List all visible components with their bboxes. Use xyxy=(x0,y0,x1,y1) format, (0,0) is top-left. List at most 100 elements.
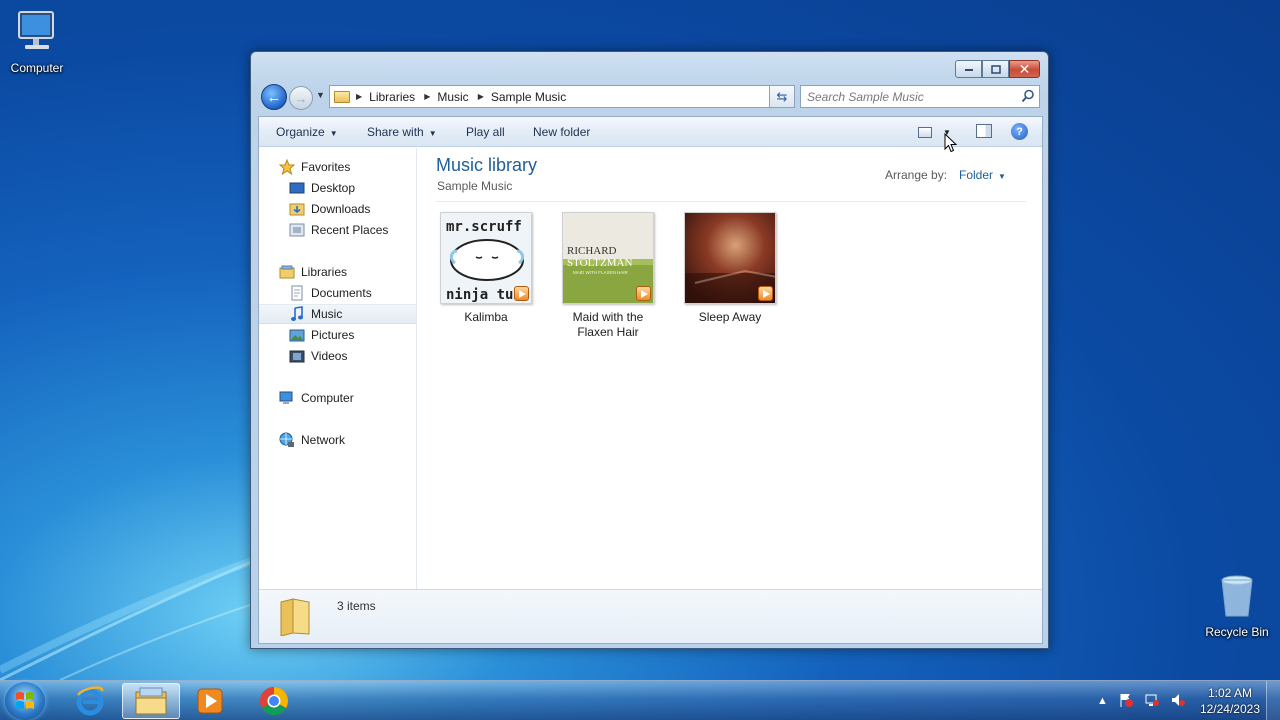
show-desktop-button[interactable] xyxy=(1266,681,1280,720)
search-input[interactable] xyxy=(807,89,1017,104)
play-overlay-icon xyxy=(636,286,651,301)
nav-item-network[interactable]: Network xyxy=(259,430,416,450)
breadcrumb-music[interactable]: Music xyxy=(437,90,468,104)
help-icon[interactable]: ? xyxy=(1011,123,1028,140)
music-note-icon xyxy=(289,306,305,322)
item-count: 3 items xyxy=(337,599,376,613)
internet-explorer-icon xyxy=(76,686,104,716)
nav-item-documents[interactable]: Documents xyxy=(259,283,416,303)
recycle-bin-icon xyxy=(1221,575,1253,617)
folder-icon xyxy=(280,598,310,636)
content-divider xyxy=(436,201,1026,202)
file-item-name: Maid with the Flaxen Hair xyxy=(572,310,644,339)
nav-item-desktop[interactable]: Desktop xyxy=(259,178,416,198)
recent-pages-button[interactable]: ▼ xyxy=(316,90,325,100)
star-icon xyxy=(279,159,295,175)
clock-time: 1:02 AM xyxy=(1207,686,1252,700)
breadcrumb-separator-icon: ▶ xyxy=(356,92,363,101)
breadcrumb-separator-icon: ▶ xyxy=(477,92,484,101)
play-all-label: Play all xyxy=(466,125,505,139)
nav-item-recent-places[interactable]: Recent Places xyxy=(259,220,416,240)
share-with-menu[interactable]: Share with ▼ xyxy=(367,125,437,139)
taskbar-internet-explorer[interactable] xyxy=(61,683,119,719)
desktop-recycle-bin-label: Recycle Bin xyxy=(1205,625,1269,639)
arrange-by-label: Arrange by: xyxy=(885,168,948,182)
arrow-left-icon: ← xyxy=(266,88,282,106)
album-art-text: STOLTZMAN xyxy=(567,257,632,269)
preview-pane-button[interactable] xyxy=(976,124,992,138)
file-item-kalimba[interactable]: mr.scruff ninja tun Kalimba xyxy=(434,212,538,325)
desktop-icon xyxy=(289,180,305,196)
breadcrumb-sample-music[interactable]: Sample Music xyxy=(491,90,566,104)
monitor-icon xyxy=(18,11,54,49)
album-art-text: MAID WITH FLAXEN HAIR xyxy=(573,270,629,275)
videos-icon xyxy=(289,348,305,364)
search-icon[interactable] xyxy=(1021,89,1035,103)
downloads-folder-icon xyxy=(289,201,305,217)
nav-item-downloads[interactable]: Downloads xyxy=(259,199,416,219)
chevron-down-icon: ▼ xyxy=(428,129,437,138)
nav-item-videos[interactable]: Videos xyxy=(259,346,416,366)
nav-item-computer[interactable]: Computer xyxy=(259,388,416,408)
chevron-down-icon: ▼ xyxy=(329,129,338,138)
play-all-button[interactable]: Play all xyxy=(466,125,505,139)
organize-label: Organize xyxy=(276,125,325,139)
share-with-label: Share with xyxy=(367,125,424,139)
nav-item-pictures[interactable]: Pictures xyxy=(259,325,416,345)
windows-logo-icon xyxy=(16,692,34,709)
album-art-text: ninja tun xyxy=(446,287,522,303)
organize-menu[interactable]: Organize ▼ xyxy=(276,125,338,139)
forward-button[interactable]: → xyxy=(289,86,313,110)
minimize-button[interactable] xyxy=(955,60,982,78)
network-tray-icon[interactable] xyxy=(1144,692,1160,711)
documents-icon xyxy=(289,285,305,301)
media-player-icon xyxy=(197,688,223,714)
libraries-icon xyxy=(279,264,295,280)
desktop-recycle-bin[interactable]: Recycle Bin xyxy=(1201,572,1273,639)
play-overlay-icon xyxy=(758,286,773,301)
show-hidden-icons-icon[interactable]: ▲ xyxy=(1097,695,1108,707)
windows-explorer-icon xyxy=(135,687,167,715)
folder-icon xyxy=(334,90,350,103)
close-button[interactable]: ✕ xyxy=(1009,60,1040,78)
file-item-sleep-away[interactable]: Sleep Away xyxy=(678,212,782,325)
nav-item-libraries[interactable]: Libraries xyxy=(259,262,416,282)
nav-item-music[interactable]: Music xyxy=(259,304,416,324)
nav-item-label: Videos xyxy=(311,349,348,363)
nav-item-label: Documents xyxy=(311,286,372,300)
search-box[interactable] xyxy=(800,85,1040,108)
taskbar-media-player[interactable] xyxy=(181,683,239,719)
volume-muted-icon[interactable] xyxy=(1170,692,1186,711)
view-icon xyxy=(918,126,932,138)
breadcrumb-libraries[interactable]: Libraries xyxy=(369,90,415,104)
new-folder-button[interactable]: New folder xyxy=(533,125,590,139)
nav-item-favorites[interactable]: Favorites xyxy=(259,157,416,177)
chevron-down-icon: ▼ xyxy=(998,172,1006,181)
nav-item-label: Downloads xyxy=(311,202,371,216)
nav-item-label: Libraries xyxy=(301,265,348,279)
computer-icon xyxy=(279,390,295,406)
taskbar-windows-explorer[interactable] xyxy=(122,683,180,719)
file-item-name: Kalimba xyxy=(464,310,508,324)
desktop-computer-icon[interactable]: Computer xyxy=(1,8,73,75)
nav-item-label: Network xyxy=(301,433,346,447)
nav-item-label: Favorites xyxy=(301,160,351,174)
arrange-by-dropdown[interactable]: Folder ▼ xyxy=(959,168,1006,182)
nav-item-label: Pictures xyxy=(311,328,355,342)
details-pane: 3 items xyxy=(259,589,1042,643)
start-button[interactable] xyxy=(5,682,45,720)
file-item-maid-with-the-flaxen-hair[interactable]: RICHARD STOLTZMAN MAID WITH FLAXEN HAIR … xyxy=(556,212,660,340)
address-bar[interactable]: ▶ Libraries ▶ Music ▶ Sample Music ▼ xyxy=(329,85,795,108)
nav-item-label: Recent Places xyxy=(311,223,389,237)
taskbar-chrome[interactable] xyxy=(245,683,303,719)
navigation-bar: ← → ▼ ▶ Libraries ▶ Music ▶ Sample Music… xyxy=(259,84,1040,110)
maximize-button[interactable] xyxy=(982,60,1009,78)
minimize-icon xyxy=(964,69,973,71)
back-button[interactable]: ← xyxy=(261,84,287,110)
nav-item-label: Computer xyxy=(301,391,354,405)
new-folder-label: New folder xyxy=(533,125,591,139)
command-bar: Organize ▼ Share with ▼ Play all New folde… xyxy=(259,117,1042,153)
action-center-flag-icon[interactable] xyxy=(1118,692,1134,711)
taskbar-clock[interactable]: 1:02 AM 12/24/2023 xyxy=(1200,685,1260,717)
refresh-button[interactable]: ⇆ xyxy=(769,85,795,108)
